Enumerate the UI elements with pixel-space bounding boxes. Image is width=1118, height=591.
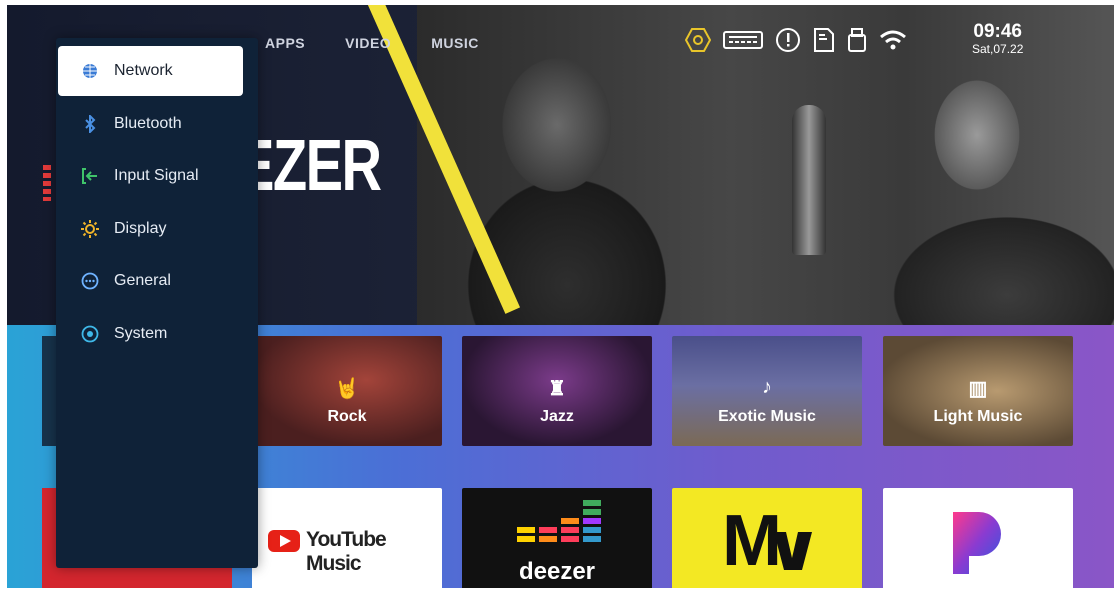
app-tile-youtube-music[interactable]: YouTube Music [252, 488, 442, 588]
usb-icon[interactable] [847, 27, 867, 53]
sidebar-item-label: Network [114, 62, 173, 79]
deezer-bars-icon [517, 500, 601, 542]
sidebar-item-network[interactable]: Network [58, 46, 243, 96]
clock: 09:46 Sat,07.22 [972, 21, 1024, 57]
tab-music[interactable]: MUSIC [431, 35, 479, 51]
genre-tile-exotic[interactable]: ♪ Exotic Music [672, 336, 862, 446]
genre-tile-jazz[interactable]: ♜ Jazz [462, 336, 652, 446]
hero-title: EZER [237, 126, 382, 206]
app-tile-pandora[interactable]: P [883, 488, 1073, 588]
sidebar-item-label: Bluetooth [114, 115, 182, 132]
tab-apps[interactable]: APPS [265, 35, 305, 51]
genre-label: Jazz [540, 408, 574, 425]
microphone-image [792, 105, 826, 255]
system-icon [78, 325, 102, 343]
clock-time: 09:46 [973, 21, 1022, 42]
app-label: deezer [518, 558, 596, 585]
mtv-logo: M [722, 501, 782, 581]
app-tile-deezer[interactable]: deezer [462, 488, 652, 588]
rock-hand-icon: 🤘 [334, 378, 360, 400]
piano-icon: ▥ [968, 378, 988, 400]
sidebar-item-label: Display [114, 220, 167, 237]
sidebar-item-label: General [114, 272, 171, 289]
general-icon [78, 272, 102, 290]
sidebar-item-display[interactable]: Display [58, 204, 243, 254]
music-note-icon: ♪ [762, 376, 772, 398]
genre-tile-rock[interactable]: 🤘 Rock [252, 336, 442, 446]
pandora-logo-icon [953, 512, 1001, 574]
tab-video[interactable]: VIDEO [345, 35, 391, 51]
sidebar-item-input-signal[interactable]: Input Signal [58, 151, 243, 201]
app-label: YouTube Music [306, 528, 387, 575]
sidebar-item-label: System [114, 325, 168, 342]
sidebar-item-system[interactable]: System [58, 309, 243, 359]
genre-label: Rock [327, 408, 367, 425]
keyboard-icon[interactable] [723, 30, 763, 50]
status-bar [685, 27, 907, 53]
input-signal-icon [78, 167, 102, 185]
file-icon[interactable] [813, 27, 835, 53]
genre-tile-light[interactable]: ▥ Light Music [883, 336, 1073, 446]
top-nav: APPS VIDEO MUSIC [265, 35, 479, 51]
deezer-logo-bars [43, 165, 51, 201]
genre-label: Exotic Music [718, 408, 816, 425]
wifi-icon[interactable] [879, 29, 907, 51]
youtube-play-icon [268, 530, 300, 552]
clock-date: Sat,07.22 [972, 42, 1024, 56]
sidebar-item-general[interactable]: General [58, 256, 243, 306]
bluetooth-icon [78, 115, 102, 133]
alert-icon[interactable] [775, 27, 801, 53]
sidebar-item-bluetooth[interactable]: Bluetooth [58, 99, 243, 149]
sun-icon [78, 219, 102, 239]
mtv-tv-icon [774, 532, 812, 570]
settings-hex-icon[interactable] [685, 27, 711, 53]
sidebar-item-label: Input Signal [114, 167, 199, 184]
globe-icon [78, 63, 102, 79]
jazz-icon: ♜ [548, 378, 566, 400]
genre-label: Light Music [933, 408, 1023, 425]
app-tile-mtv[interactable]: M [672, 488, 862, 588]
